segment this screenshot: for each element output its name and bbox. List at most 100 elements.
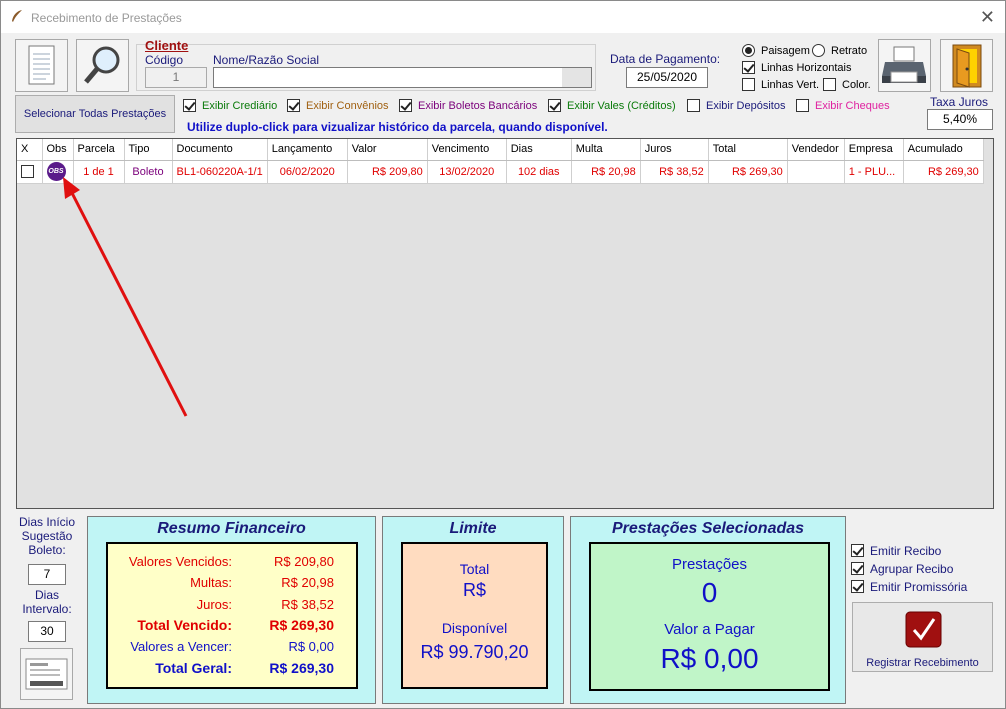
- search-button[interactable]: [76, 39, 129, 92]
- select-all-button[interactable]: Selecionar Todas Prestações: [15, 95, 175, 133]
- landscape-radio[interactable]: [742, 44, 755, 57]
- dias-inicio-field[interactable]: 7: [28, 564, 66, 585]
- pagar-label: Valor a Pagar: [664, 621, 755, 638]
- color-checkbox[interactable]: [823, 78, 836, 91]
- juros-value: R$ 38,52: [281, 597, 334, 612]
- registrar-button[interactable]: Registrar Recebimento: [852, 602, 993, 672]
- filter-crediario-checkbox[interactable]: [183, 99, 196, 112]
- count-label: Prestações: [671, 556, 748, 573]
- filter-crediario-label: Exibir Crediário: [202, 100, 278, 112]
- print-button[interactable]: [878, 39, 931, 92]
- lancamento-cell: 06/02/2020: [267, 160, 348, 184]
- obs-cell[interactable]: OBS: [42, 160, 74, 184]
- horizontal-lines-checkbox[interactable]: [742, 61, 755, 74]
- col-empresa[interactable]: Empresa: [844, 139, 904, 161]
- close-icon[interactable]: ✕: [980, 7, 995, 28]
- vencimento-cell: 13/02/2020: [427, 160, 507, 184]
- emitir-recibo-checkbox[interactable]: [851, 544, 864, 557]
- dias-cell: 102 dias: [506, 160, 572, 184]
- table-row[interactable]: OBS 1 de 1 Boleto BL1-060220A-1/1 06/02/…: [17, 160, 984, 184]
- limite-panel: Limite Total R$ Disponível R$ 99.790,20: [382, 516, 564, 704]
- row-select-cell[interactable]: [17, 160, 43, 184]
- row-select-checkbox[interactable]: [21, 165, 34, 178]
- col-valor[interactable]: Valor: [347, 139, 428, 161]
- filter-cheques-checkbox[interactable]: [796, 99, 809, 112]
- boleto-icon: [25, 658, 68, 690]
- col-acumulado[interactable]: Acumulado: [903, 139, 984, 161]
- interest-label: Taxa Juros: [930, 95, 989, 109]
- col-vencimento[interactable]: Vencimento: [427, 139, 507, 161]
- col-dias[interactable]: Dias: [506, 139, 572, 161]
- col-multa[interactable]: Multa: [571, 139, 641, 161]
- title-bar: Recebimento de Prestações ✕: [1, 1, 1005, 33]
- name-field[interactable]: [213, 67, 592, 88]
- hint-text: Utilize duplo-click para vizualizar hist…: [187, 120, 608, 134]
- col-x[interactable]: X: [17, 139, 43, 161]
- exit-door-icon: [952, 44, 982, 88]
- vencidos-value: R$ 209,80: [274, 554, 334, 569]
- filter-convenios-checkbox[interactable]: [287, 99, 300, 112]
- valor-cell: R$ 209,80: [347, 160, 428, 184]
- vertical-lines-checkbox[interactable]: [742, 78, 755, 91]
- filter-convenios-label: Exibir Convênios: [306, 100, 389, 112]
- parcela-cell: 1 de 1: [73, 160, 125, 184]
- tipo-cell: Boleto: [124, 160, 173, 184]
- total-vencido-value: R$ 269,30: [269, 617, 334, 633]
- emitir-promissoria-checkbox[interactable]: [851, 580, 864, 593]
- filter-depositos-label: Exibir Depósitos: [706, 100, 786, 112]
- col-juros[interactable]: Juros: [640, 139, 709, 161]
- payment-date-label: Data de Pagamento:: [610, 52, 721, 66]
- col-documento[interactable]: Documento: [172, 139, 268, 161]
- dias-intervalo-field[interactable]: 30: [28, 621, 66, 642]
- pagar-value: R$ 0,00: [660, 643, 759, 674]
- col-lancamento[interactable]: Lançamento: [267, 139, 348, 161]
- new-document-button[interactable]: [15, 39, 68, 92]
- agrupar-recibo-checkbox[interactable]: [851, 562, 864, 575]
- installments-grid[interactable]: X Obs Parcela Tipo Documento Lançamento …: [16, 138, 994, 509]
- installments-table: X Obs Parcela Tipo Documento Lançamento …: [17, 139, 984, 184]
- disponivel-label: Disponível: [441, 620, 508, 636]
- app-window: Recebimento de Prestações ✕ Cliente Códi…: [0, 0, 1006, 709]
- obs-icon[interactable]: OBS: [46, 162, 66, 181]
- color-label: Color.: [842, 79, 871, 91]
- feather-app-icon: [12, 10, 22, 22]
- filter-vales-label: Exibir Vales (Créditos): [567, 100, 676, 112]
- filter-boletos-checkbox[interactable]: [399, 99, 412, 112]
- portrait-label: Retrato: [831, 45, 868, 57]
- multas-value: R$ 20,98: [281, 575, 334, 590]
- col-vendedor[interactable]: Vendedor: [787, 139, 845, 161]
- filter-vales-checkbox[interactable]: [548, 99, 561, 112]
- juros-label: Juros:: [196, 597, 232, 612]
- exit-button[interactable]: [940, 39, 993, 92]
- payment-date-field[interactable]: 25/05/2020: [626, 67, 708, 88]
- col-total[interactable]: Total: [708, 139, 788, 161]
- limite-total-label: Total: [459, 561, 490, 577]
- client-header: Cliente: [145, 38, 189, 53]
- interest-field[interactable]: 5,40%: [927, 109, 993, 130]
- registrar-label: Registrar Recebimento: [866, 657, 979, 669]
- vendedor-cell: [787, 160, 845, 184]
- vertical-lines-label: Linhas Vert.: [761, 79, 820, 91]
- juros-cell: R$ 38,52: [640, 160, 709, 184]
- col-parcela[interactable]: Parcela: [73, 139, 125, 161]
- printer-icon: [882, 46, 926, 83]
- a-vencer-value: R$ 0,00: [288, 639, 334, 654]
- col-tipo[interactable]: Tipo: [124, 139, 173, 161]
- code-label: Código: [145, 53, 184, 67]
- selecionadas-box: Prestações 0 Valor a Pagar R$ 0,00: [589, 542, 830, 691]
- selecionadas-panel: Prestações Selecionadas Prestações 0 Val…: [570, 516, 846, 704]
- col-obs[interactable]: Obs: [42, 139, 74, 161]
- resumo-panel: Resumo Financeiro Valores Vencidos: R$ 2…: [87, 516, 376, 704]
- window-title: Recebimento de Prestações: [31, 11, 182, 25]
- landscape-label: Paisagem: [761, 45, 810, 57]
- disponivel-value: R$ 99.790,20: [420, 642, 529, 662]
- selecionadas-title: Prestações Selecionadas: [611, 520, 805, 537]
- portrait-radio[interactable]: [812, 44, 825, 57]
- horizontal-lines-label: Linhas Horizontais: [761, 62, 852, 74]
- agrupar-recibo-label: Agrupar Recibo: [870, 562, 954, 576]
- limite-title: Limite: [449, 520, 497, 537]
- document-icon: [28, 45, 55, 85]
- filter-depositos-checkbox[interactable]: [687, 99, 700, 112]
- code-field[interactable]: 1: [145, 67, 207, 88]
- print-boleto-button[interactable]: [20, 648, 73, 700]
